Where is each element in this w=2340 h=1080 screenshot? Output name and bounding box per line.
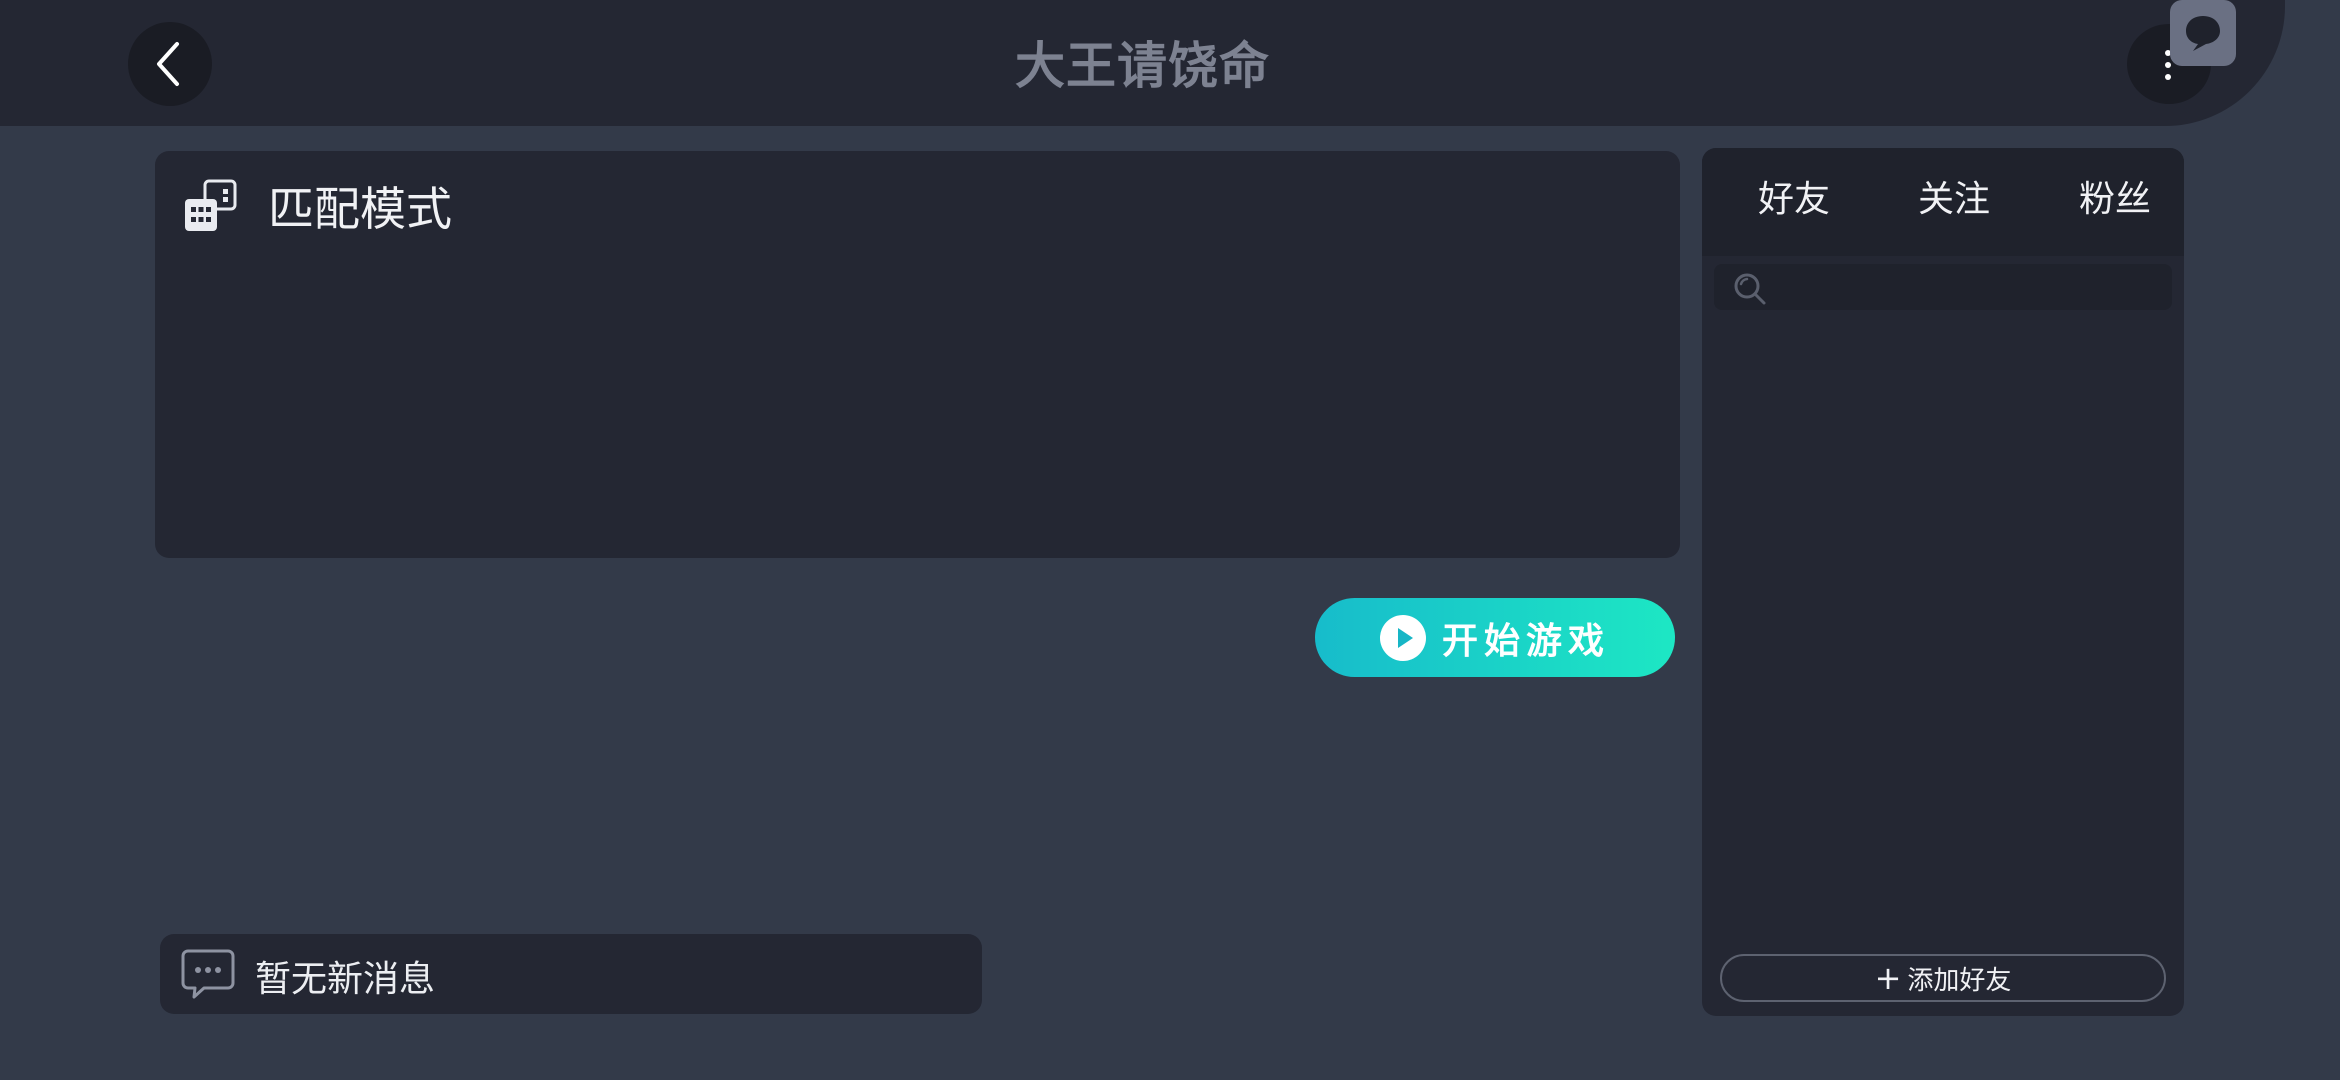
match-mode-icon (185, 179, 237, 231)
message-box[interactable]: 暂无新消息 (160, 934, 982, 1014)
page-title: 大王请饶命 (1015, 37, 1270, 95)
tab-friends[interactable]: 好友 (1758, 170, 1830, 222)
match-mode-title: 匹配模式 (268, 182, 452, 236)
social-tabs: 好友 关注 粉丝 (1702, 148, 2184, 256)
start-game-label: 开始游戏 (1442, 620, 1611, 662)
match-mode-panel: 匹配模式 (155, 151, 1680, 558)
tab-following[interactable]: 关注 (1918, 170, 1990, 222)
search-icon (1734, 273, 1766, 305)
tab-fans[interactable]: 粉丝 (2079, 170, 2151, 222)
top-bar: 大王请饶命 (0, 0, 2285, 126)
search-input[interactable] (1714, 264, 2172, 310)
message-icon (181, 949, 235, 999)
plus-icon: + (1874, 959, 1902, 997)
add-friend-label: 添加好友 (1907, 965, 2012, 996)
play-icon (1380, 614, 1426, 661)
add-friend-button[interactable]: + 添加好友 (1720, 954, 2166, 1002)
message-status-text: 暂无新消息 (255, 959, 436, 1000)
floating-chat-button[interactable] (2170, 0, 2236, 66)
chat-bubble-icon (2186, 16, 2220, 51)
start-game-button[interactable]: 开始游戏 (1315, 598, 1675, 677)
social-panel: 好友 关注 粉丝 + 添加好友 (1702, 148, 2184, 1016)
